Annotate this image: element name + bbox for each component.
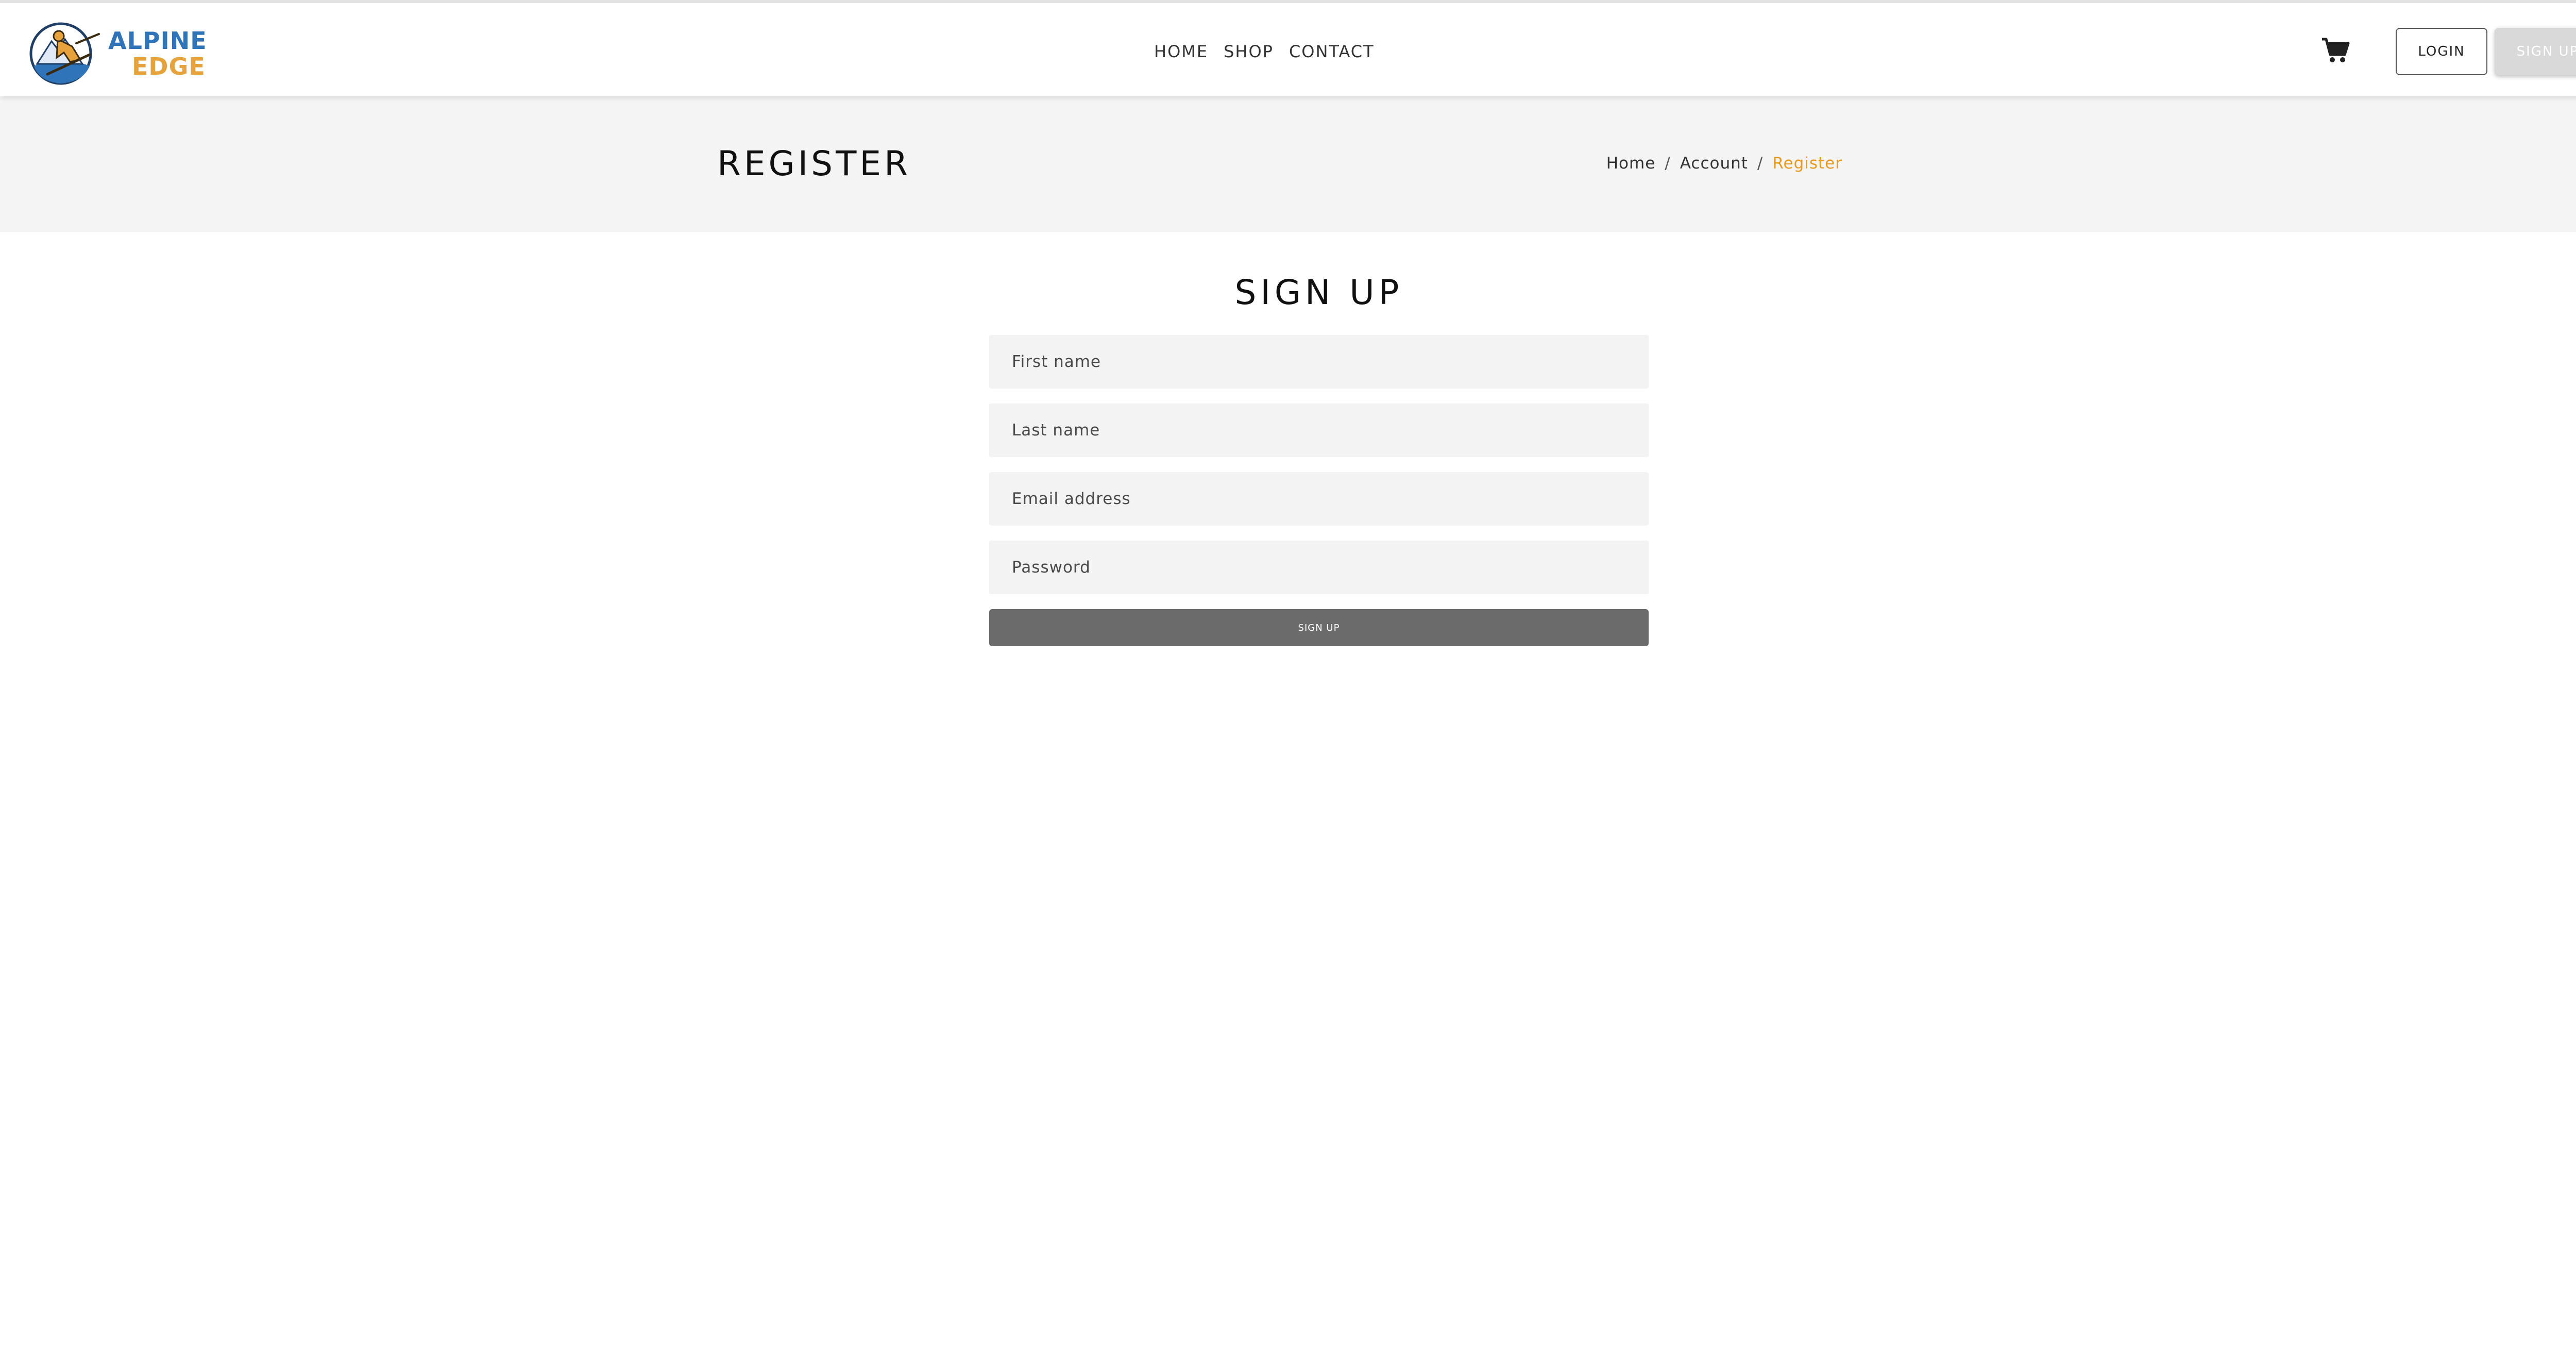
signup-header-button[interactable]: SIGN UP [2495, 28, 2576, 75]
signup-submit-button[interactable]: SIGN UP [989, 609, 1649, 646]
page-title: REGISTER [717, 144, 911, 183]
logo-text-edge: EDGE [132, 53, 206, 80]
breadcrumb-separator: / [1757, 154, 1764, 173]
site-header: ALPINE EDGE HOME SHOP CONTACT LOGIN SIGN… [0, 3, 2576, 96]
signup-form: SIGN UP [989, 335, 1649, 646]
signup-heading: SIGN UP [1234, 273, 1403, 312]
login-button[interactable]: LOGIN [2396, 28, 2487, 75]
page-frame: ALPINE EDGE HOME SHOP CONTACT LOGIN SIGN… [0, 0, 2576, 1346]
page-title-band: REGISTER Home / Account / Register [0, 96, 2576, 232]
nav-shop[interactable]: SHOP [1224, 42, 1274, 61]
last-name-field[interactable] [989, 403, 1649, 457]
nav-home[interactable]: HOME [1154, 42, 1208, 61]
breadcrumb-register: Register [1772, 154, 1842, 173]
breadcrumb-account[interactable]: Account [1680, 154, 1748, 173]
nav-contact[interactable]: CONTACT [1289, 42, 1375, 61]
main-nav: HOME SHOP CONTACT [1154, 40, 1375, 63]
password-field[interactable] [989, 541, 1649, 594]
logo-text-alpine: ALPINE [108, 27, 207, 55]
breadcrumb-separator: / [1665, 154, 1671, 173]
shopping-cart-icon [2322, 38, 2350, 62]
breadcrumb-home[interactable]: Home [1606, 154, 1656, 173]
breadcrumb: Home / Account / Register [1606, 154, 1842, 173]
email-field[interactable] [989, 472, 1649, 526]
cart-button[interactable] [2321, 37, 2350, 64]
brand-logo[interactable]: ALPINE EDGE [27, 19, 207, 86]
first-name-field[interactable] [989, 335, 1649, 389]
skier-logo-icon [29, 22, 100, 85]
